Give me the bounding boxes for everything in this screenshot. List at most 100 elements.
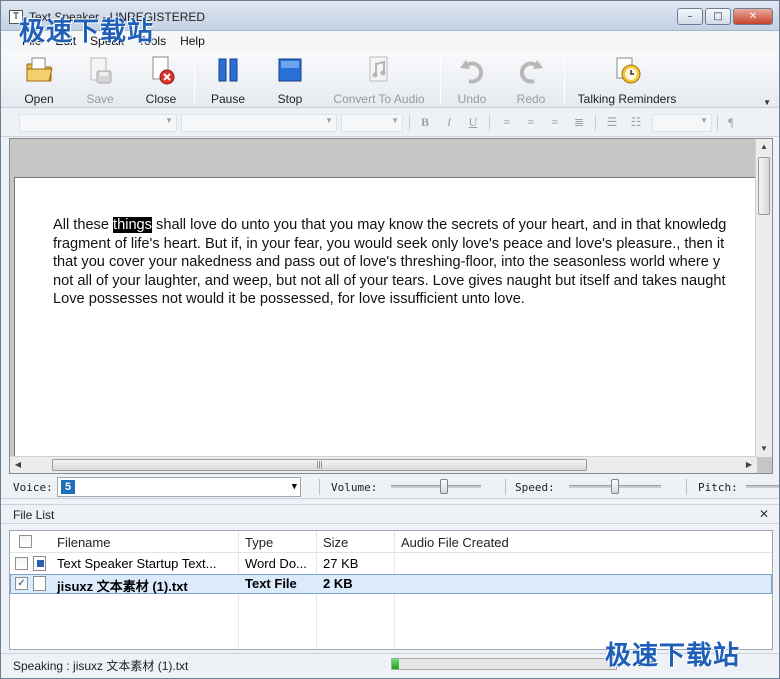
redo-button[interactable]: Redo xyxy=(512,55,550,107)
text-line: shall love do unto you that you may know… xyxy=(151,217,727,233)
row-size: 2 KB xyxy=(323,576,353,591)
file-list-header: File List ✕ xyxy=(1,504,779,524)
document-text[interactable]: All these things shall love do unto you … xyxy=(53,216,757,309)
audio-note-icon xyxy=(369,56,388,82)
row-type: Text File xyxy=(245,576,297,591)
select-all-checkbox[interactable] xyxy=(19,535,32,548)
align-right-icon[interactable]: ≡ xyxy=(547,115,563,131)
horizontal-scroll-thumb[interactable]: ||| xyxy=(52,459,587,471)
scroll-left-icon[interactable]: ◀ xyxy=(10,457,26,473)
toolbar-separator xyxy=(440,58,441,104)
scroll-down-icon[interactable]: ▼ xyxy=(756,441,772,457)
open-button[interactable]: Open xyxy=(17,55,61,107)
toolbar-separator xyxy=(194,58,195,104)
menu-tools[interactable]: Tools xyxy=(131,31,173,52)
column-filename[interactable]: Filename xyxy=(57,535,110,550)
stop-button[interactable]: Stop xyxy=(271,55,309,107)
italic-icon[interactable]: I xyxy=(441,115,457,131)
scroll-right-icon[interactable]: ▶ xyxy=(741,457,757,473)
redo-label: Redo xyxy=(516,92,546,106)
voice-bar: Voice: 5 ▼ Volume: Speed: Pitch: xyxy=(1,475,779,499)
horizontal-scrollbar[interactable]: ◀ ||| ▶ xyxy=(10,456,757,473)
text-line: not all of your laughter, and weep, but … xyxy=(53,272,726,289)
table-row-selected[interactable]: ✓ jisuxz 文本素材 (1).txt Text File 2 KB xyxy=(10,574,772,594)
font-size-combo[interactable]: ▼ xyxy=(341,114,403,132)
font-combo[interactable]: ▼ xyxy=(181,114,337,132)
numbered-list-icon[interactable]: ☷ xyxy=(628,115,644,131)
voice-select[interactable]: 5 ▼ xyxy=(57,477,301,497)
undo-button[interactable]: Undo xyxy=(453,55,491,107)
row-filename: jisuxz 文本素材 (1).txt xyxy=(57,579,188,594)
indent-combo[interactable]: ▼ xyxy=(652,114,712,132)
document-page[interactable]: All these things shall love do unto you … xyxy=(14,177,757,457)
format-separator xyxy=(489,115,490,131)
bullet-list-icon[interactable]: ☰ xyxy=(604,115,620,131)
minimize-button[interactable]: – xyxy=(677,8,703,25)
pitch-slider[interactable] xyxy=(746,485,779,488)
table-row[interactable]: Text Speaker Startup Text... Word Do... … xyxy=(10,554,772,574)
close-panel-icon[interactable]: ✕ xyxy=(759,507,769,521)
pause-label: Pause xyxy=(210,92,246,106)
toolbar-overflow-icon[interactable]: ▼ xyxy=(763,98,771,107)
talking-reminders-button[interactable]: Talking Reminders xyxy=(573,55,681,107)
paragraph-mark-icon[interactable]: ¶ xyxy=(723,115,739,131)
column-type[interactable]: Type xyxy=(245,535,273,550)
underline-icon[interactable]: U xyxy=(465,115,481,131)
justify-icon[interactable]: ≣ xyxy=(571,115,587,131)
menu-help[interactable]: Help xyxy=(173,31,212,52)
row-type: Word Do... xyxy=(245,556,307,571)
volume-slider-knob[interactable] xyxy=(440,479,449,494)
progress-fill xyxy=(392,659,399,669)
scroll-up-icon[interactable]: ▲ xyxy=(756,139,772,155)
word-document-icon xyxy=(33,556,46,571)
convert-to-audio-button[interactable]: Convert To Audio xyxy=(327,55,431,107)
align-center-icon[interactable]: ≡ xyxy=(523,115,539,131)
title-bar[interactable]: T Text Speaker - UNREGISTERED – □ ✕ xyxy=(1,1,779,31)
redo-icon xyxy=(519,60,543,84)
chevron-down-icon: ▼ xyxy=(700,116,708,125)
stop-label: Stop xyxy=(277,92,303,106)
maximize-button[interactable]: □ xyxy=(705,8,731,25)
row-checkbox[interactable] xyxy=(15,557,28,570)
close-file-button[interactable]: Close xyxy=(141,55,181,107)
convert-label: Convert To Audio xyxy=(333,92,425,106)
reminder-clock-icon xyxy=(616,57,641,84)
format-separator xyxy=(595,115,596,131)
menu-file[interactable]: File xyxy=(15,31,48,52)
row-checkbox-checked[interactable]: ✓ xyxy=(15,577,28,590)
text-file-icon xyxy=(33,576,46,591)
voicebar-separator xyxy=(505,479,506,495)
menu-edit[interactable]: Edit xyxy=(48,31,83,52)
volume-slider[interactable] xyxy=(391,479,481,494)
reminders-label: Talking Reminders xyxy=(577,92,677,106)
column-audio-created[interactable]: Audio File Created xyxy=(401,535,509,550)
pause-button[interactable]: Pause xyxy=(207,55,249,107)
vertical-scroll-thumb[interactable] xyxy=(758,157,770,215)
close-label: Close xyxy=(145,92,177,106)
toolbar-separator xyxy=(564,58,565,104)
status-bar: Speaking : jisuxz 文本素材 (1).txt 3 % xyxy=(1,653,779,678)
column-size[interactable]: Size xyxy=(323,535,348,550)
undo-label: Undo xyxy=(457,92,487,106)
spoken-word-highlight: things xyxy=(113,217,152,233)
save-button[interactable]: Save xyxy=(81,55,119,107)
format-separator xyxy=(717,115,718,131)
app-icon[interactable]: T xyxy=(9,10,23,24)
vertical-scrollbar[interactable]: ▲ ▼ xyxy=(755,139,772,457)
voicebar-separator xyxy=(686,479,687,495)
voice-engine-icon: 5 xyxy=(61,480,75,494)
menu-speak[interactable]: Speak xyxy=(83,31,131,52)
align-left-icon[interactable]: ≡ xyxy=(499,115,515,131)
close-window-button[interactable]: ✕ xyxy=(733,8,773,25)
file-list: Filename Type Size Audio File Created Te… xyxy=(9,530,773,650)
speed-label: Speed: xyxy=(515,481,555,494)
text-line: that you cover your nakedness and pass o… xyxy=(53,254,721,271)
progress-percent: 3 % xyxy=(637,657,656,669)
status-text: Speaking : jisuxz 文本素材 (1).txt xyxy=(13,659,189,673)
speed-slider[interactable] xyxy=(569,479,661,494)
style-combo[interactable]: ▼ xyxy=(19,114,177,132)
speed-slider-knob[interactable] xyxy=(611,479,619,494)
bold-icon[interactable]: B xyxy=(417,115,433,131)
voice-label: Voice: xyxy=(13,481,53,494)
text-line: All these xyxy=(53,217,114,233)
